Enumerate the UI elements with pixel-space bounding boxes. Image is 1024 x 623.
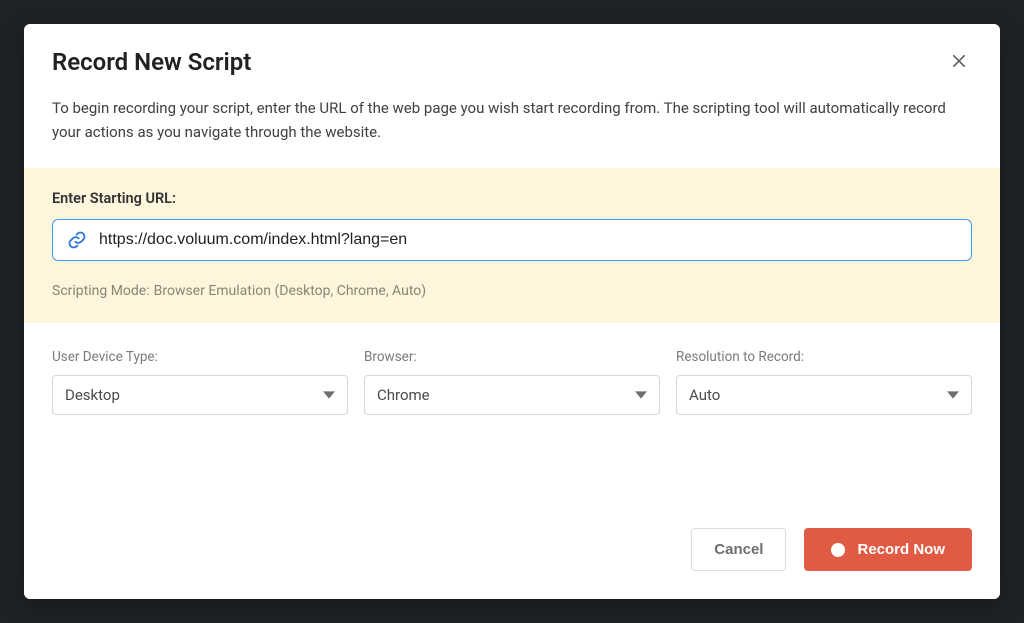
browser-label: Browser:: [364, 349, 660, 365]
scripting-mode-text: Scripting Mode: Browser Emulation (Deskt…: [52, 283, 972, 299]
browser-field: Browser: Chrome: [364, 349, 660, 415]
options-row: User Device Type: Desktop Browser: Chrom…: [24, 323, 1000, 425]
close-button[interactable]: [946, 48, 972, 74]
close-icon: [950, 58, 968, 73]
resolution-select[interactable]: Auto: [676, 375, 972, 415]
resolution-label: Resolution to Record:: [676, 349, 972, 365]
url-input-container[interactable]: [52, 219, 972, 261]
scripting-mode-value: Browser Emulation (Desktop, Chrome, Auto…: [154, 283, 427, 299]
link-icon: [67, 230, 87, 250]
device-type-select[interactable]: Desktop: [52, 375, 348, 415]
scripting-mode-label: Scripting Mode:: [52, 283, 150, 299]
caret-down-icon: [947, 389, 959, 401]
modal-header: Record New Script: [24, 24, 1000, 76]
device-type-value: Desktop: [65, 386, 120, 404]
cancel-button[interactable]: Cancel: [691, 528, 786, 571]
browser-select[interactable]: Chrome: [364, 375, 660, 415]
record-script-modal: Record New Script To begin recording you…: [24, 24, 1000, 599]
resolution-field: Resolution to Record: Auto: [676, 349, 972, 415]
caret-down-icon: [323, 389, 335, 401]
modal-description: To begin recording your script, enter th…: [24, 76, 1000, 168]
device-type-label: User Device Type:: [52, 349, 348, 365]
cancel-button-label: Cancel: [714, 541, 763, 558]
modal-title: Record New Script: [52, 48, 251, 76]
url-input[interactable]: [99, 231, 957, 249]
url-input-label: Enter Starting URL:: [52, 190, 972, 207]
caret-down-icon: [635, 389, 647, 401]
modal-footer: Cancel Record Now: [24, 528, 1000, 599]
device-type-field: User Device Type: Desktop: [52, 349, 348, 415]
browser-value: Chrome: [377, 386, 430, 404]
record-now-button[interactable]: Record Now: [804, 528, 972, 571]
url-section: Enter Starting URL: Scripting Mode: Brow…: [24, 168, 1000, 323]
resolution-value: Auto: [689, 386, 720, 404]
record-icon: [831, 543, 845, 557]
record-now-button-label: Record Now: [857, 541, 945, 558]
